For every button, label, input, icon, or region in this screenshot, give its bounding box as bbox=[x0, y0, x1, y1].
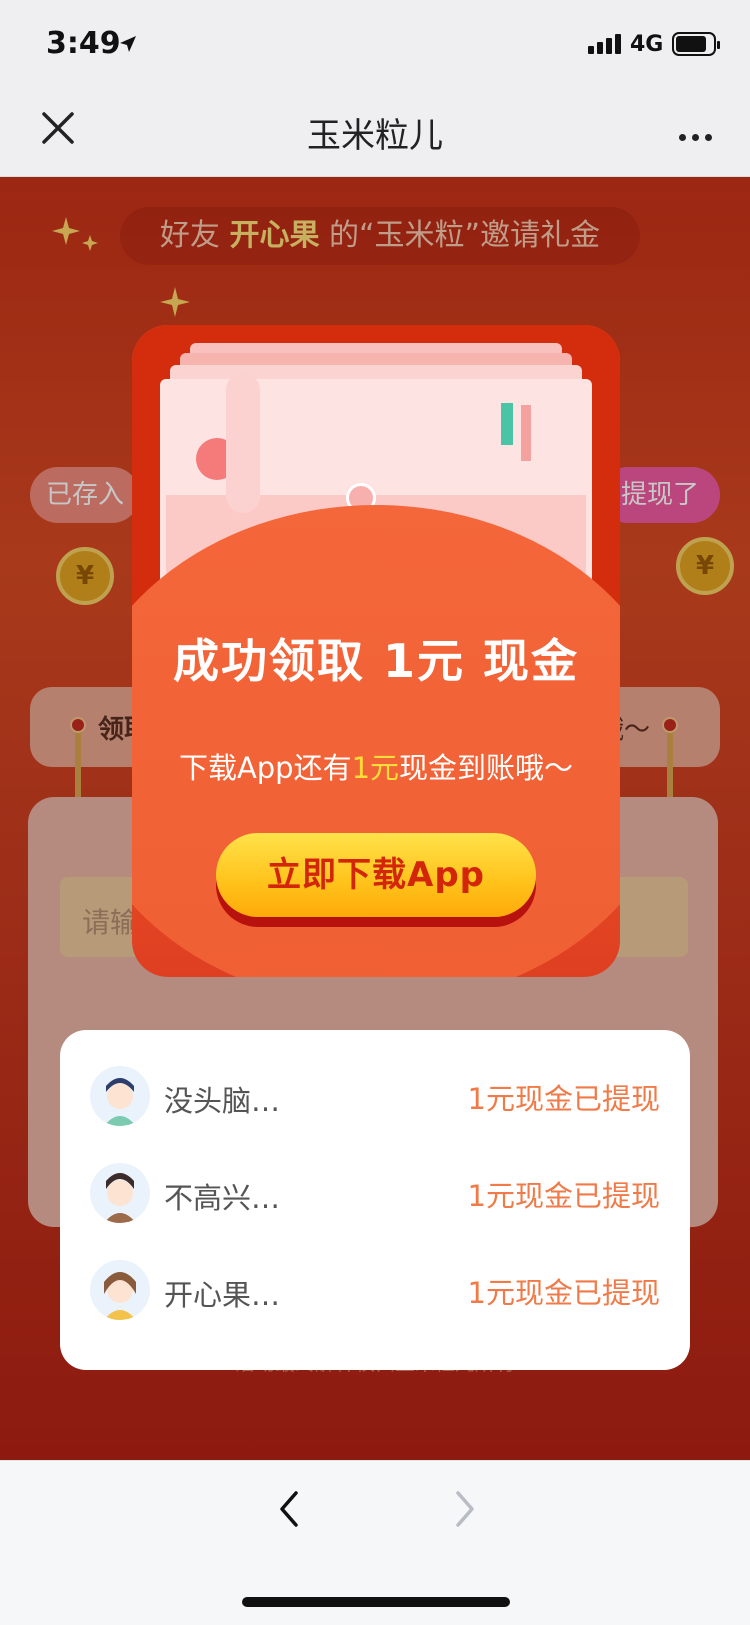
modal-subtitle-prefix: 下载App还有 bbox=[178, 751, 352, 785]
location-arrow-icon bbox=[120, 36, 136, 52]
modal-subtitle: 下载App还有1元现金到账哦～ bbox=[132, 745, 620, 787]
battery-icon bbox=[672, 32, 720, 56]
modal-subtitle-suffix: 现金到账哦～ bbox=[399, 751, 574, 785]
reward-modal: 成功领取 1元 现金 下载App还有1元现金到账哦～ 立即下载App bbox=[132, 325, 620, 977]
list-item: 没头脑… 1元现金已提现 bbox=[60, 1058, 690, 1138]
winner-name: 不高兴… bbox=[164, 1181, 281, 1215]
page-title: 玉米粒儿 bbox=[307, 116, 443, 156]
winner-status: 1元现金已提现 bbox=[467, 1082, 660, 1116]
modal-headline: 成功领取 1元 现金 bbox=[172, 634, 580, 688]
download-app-button[interactable]: 立即下载App bbox=[216, 833, 536, 917]
home-indicator bbox=[242, 1597, 510, 1607]
status-bar: 3:49 4G bbox=[0, 0, 750, 88]
winner-name: 开心果… bbox=[164, 1278, 281, 1312]
signal-icon bbox=[588, 34, 624, 54]
avatar bbox=[90, 1163, 150, 1223]
back-arrow-icon[interactable] bbox=[272, 1489, 308, 1529]
forward-arrow-icon[interactable] bbox=[446, 1489, 482, 1529]
status-time: 3:49 bbox=[46, 26, 121, 61]
avatar bbox=[90, 1066, 150, 1126]
list-item: 不高兴… 1元现金已提现 bbox=[60, 1155, 690, 1235]
list-item: 开心果… 1元现金已提现 bbox=[60, 1252, 690, 1332]
modal-subtitle-amount: 1元 bbox=[351, 751, 400, 785]
winners-list: 没头脑… 1元现金已提现 不高兴… 1元现金已提现 开心果… 1元现金已提现 bbox=[60, 1030, 690, 1370]
winner-status: 1元现金已提现 bbox=[467, 1276, 660, 1310]
network-type: 4G bbox=[630, 32, 664, 57]
winner-name: 没头脑… bbox=[164, 1084, 281, 1118]
browser-toolbar bbox=[0, 1460, 750, 1625]
avatar bbox=[90, 1260, 150, 1320]
winner-status: 1元现金已提现 bbox=[467, 1179, 660, 1213]
more-menu-icon[interactable] bbox=[673, 126, 712, 145]
nav-bar: 玉米粒儿 bbox=[0, 88, 750, 177]
